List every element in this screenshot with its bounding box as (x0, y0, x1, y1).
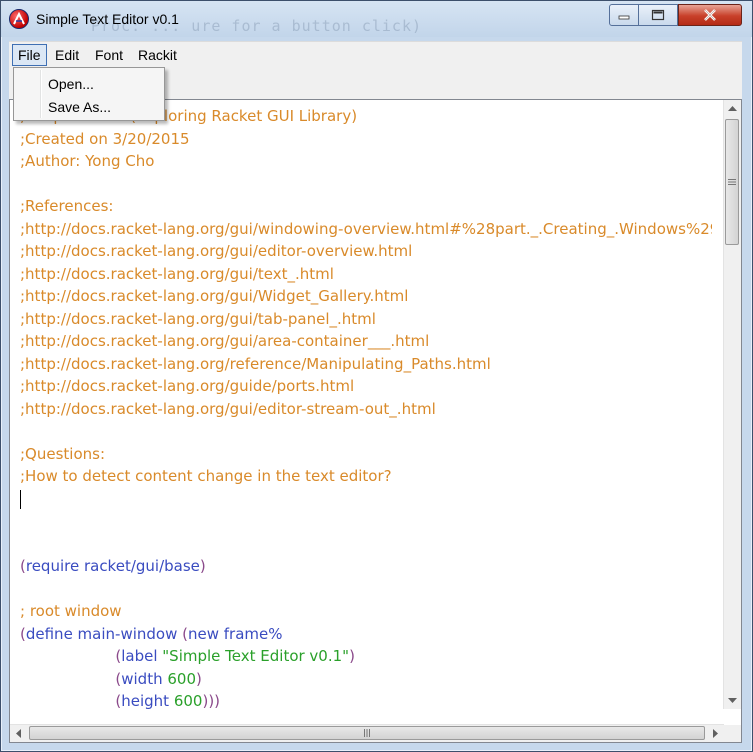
code-line: ;http://docs.racket-lang.org/gui/area-co… (20, 330, 712, 353)
maximize-icon (651, 9, 665, 21)
menu-file[interactable]: File (12, 44, 47, 66)
code-token: ;http://docs.racket-lang.org/gui/editor-… (20, 399, 436, 418)
menu-item-open[interactable]: Open... (48, 73, 94, 95)
menu-bar: File Edit Font Rackit (9, 41, 742, 68)
horizontal-scroll-thumb[interactable] (29, 726, 705, 740)
code-line: ;Questions: (20, 443, 712, 466)
code-token: ;http://docs.racket-lang.org/guide/ports… (20, 377, 355, 395)
minimize-icon (618, 15, 630, 20)
code-token: ;How to detect content change in the tex… (20, 467, 392, 485)
code-line: ;http://docs.racket-lang.org/gui/windowi… (20, 218, 712, 241)
code-token: ))) (202, 692, 221, 710)
code-line: ;http://docs.racket-lang.org/reference/M… (20, 353, 712, 376)
code-token: new frame% (188, 624, 283, 643)
code-line: ;http://docs.racket-lang.org/gui/Widget_… (20, 285, 712, 308)
scroll-up-arrow[interactable] (724, 100, 741, 117)
text-editor[interactable]: ;Simple Editor (Exploring Racket GUI Lib… (9, 99, 742, 743)
code-token: width (121, 669, 168, 688)
code-line: (width 600) (20, 668, 712, 691)
scrollbar-corner (724, 725, 741, 742)
code-token: ) (199, 557, 206, 575)
code-token: ;http://docs.racket-lang.org/gui/area-co… (20, 332, 430, 350)
code-token: ;Author: Yong Cho (20, 152, 155, 170)
code-line: ;http://docs.racket-lang.org/guide/ports… (20, 375, 712, 398)
code-line: ;http://docs.racket-lang.org/gui/text_.h… (20, 263, 712, 286)
editor-content[interactable]: ;Simple Editor (Exploring Racket GUI Lib… (20, 105, 712, 715)
code-token: ) (349, 647, 355, 665)
arrow-up-icon (728, 106, 737, 111)
arrow-left-icon (16, 729, 21, 738)
maximize-button[interactable] (638, 4, 678, 26)
text-caret (20, 489, 21, 509)
code-token: require racket/gui/base (25, 557, 200, 575)
file-menu-dropdown: Open... Save As... (13, 67, 165, 121)
code-line: (require racket/gui/base) (20, 555, 712, 578)
racket-logo-icon[interactable] (9, 9, 29, 29)
code-token: ;http://docs.racket-lang.org/gui/Widget_… (20, 287, 409, 305)
code-line: (height 600))) (20, 690, 712, 713)
menu-gutter (40, 70, 42, 118)
grip-icon (364, 729, 370, 737)
code-token: ;http://docs.racket-lang.org/gui/text_.h… (20, 264, 334, 283)
app-window: Proc: ... ure for a button click) Simple… (0, 0, 753, 752)
menu-edit[interactable]: Edit (50, 44, 84, 66)
code-token: ) (196, 669, 202, 688)
scroll-left-arrow[interactable] (10, 725, 27, 742)
code-line: ;Created on 3/20/2015 (20, 128, 712, 151)
code-token: 600 (173, 692, 203, 710)
close-icon (704, 9, 716, 21)
code-token: ;http://docs.racket-lang.org/gui/editor-… (20, 242, 413, 260)
code-token: ;Created on 3/20/2015 (20, 129, 190, 148)
code-token: "Simple Text Editor v0.1" (162, 647, 350, 665)
code-line: ; root window (20, 600, 712, 623)
code-token: 600 (167, 669, 196, 688)
code-line: ;Author: Yong Cho (20, 150, 712, 173)
code-token: ;Questions: (20, 444, 106, 463)
code-line: ;http://docs.racket-lang.org/gui/editor-… (20, 398, 712, 421)
menu-item-save-as[interactable]: Save As... (48, 96, 111, 118)
grip-icon (728, 179, 736, 185)
menu-rackit[interactable]: Rackit (133, 44, 182, 66)
arrow-down-icon (728, 698, 737, 703)
code-line: (define main-window (new frame% (20, 623, 712, 646)
code-line: ;How to detect content change in the tex… (20, 465, 712, 488)
code-token: ;http://docs.racket-lang.org/reference/M… (20, 354, 491, 373)
code-line: ;http://docs.racket-lang.org/gui/editor-… (20, 240, 712, 263)
code-token: label (121, 647, 163, 665)
code-line: (label "Simple Text Editor v0.1") (20, 645, 712, 668)
code-line (20, 488, 712, 511)
code-token: height (121, 692, 174, 710)
title-bar[interactable]: Proc: ... ure for a button click) Simple… (1, 1, 752, 37)
minimize-button[interactable] (609, 4, 639, 26)
horizontal-scrollbar[interactable] (10, 724, 724, 742)
window-title: Simple Text Editor v0.1 (36, 11, 179, 27)
close-button[interactable] (678, 4, 742, 26)
code-line: ;References: (20, 195, 712, 218)
code-token: ;http://docs.racket-lang.org/gui/windowi… (20, 219, 712, 238)
code-token: define main-window (25, 624, 183, 643)
code-line: ;http://docs.racket-lang.org/gui/tab-pan… (20, 308, 712, 331)
scroll-right-arrow[interactable] (707, 725, 724, 742)
vertical-scroll-thumb[interactable] (725, 119, 739, 245)
arrow-right-icon (713, 729, 718, 738)
code-token: ;References: (20, 197, 114, 215)
scroll-down-arrow[interactable] (724, 692, 741, 709)
code-token: ; root window (20, 602, 122, 620)
vertical-scrollbar[interactable] (723, 100, 741, 709)
code-token: ;http://docs.racket-lang.org/gui/tab-pan… (20, 309, 376, 328)
menu-font[interactable]: Font (90, 44, 128, 66)
